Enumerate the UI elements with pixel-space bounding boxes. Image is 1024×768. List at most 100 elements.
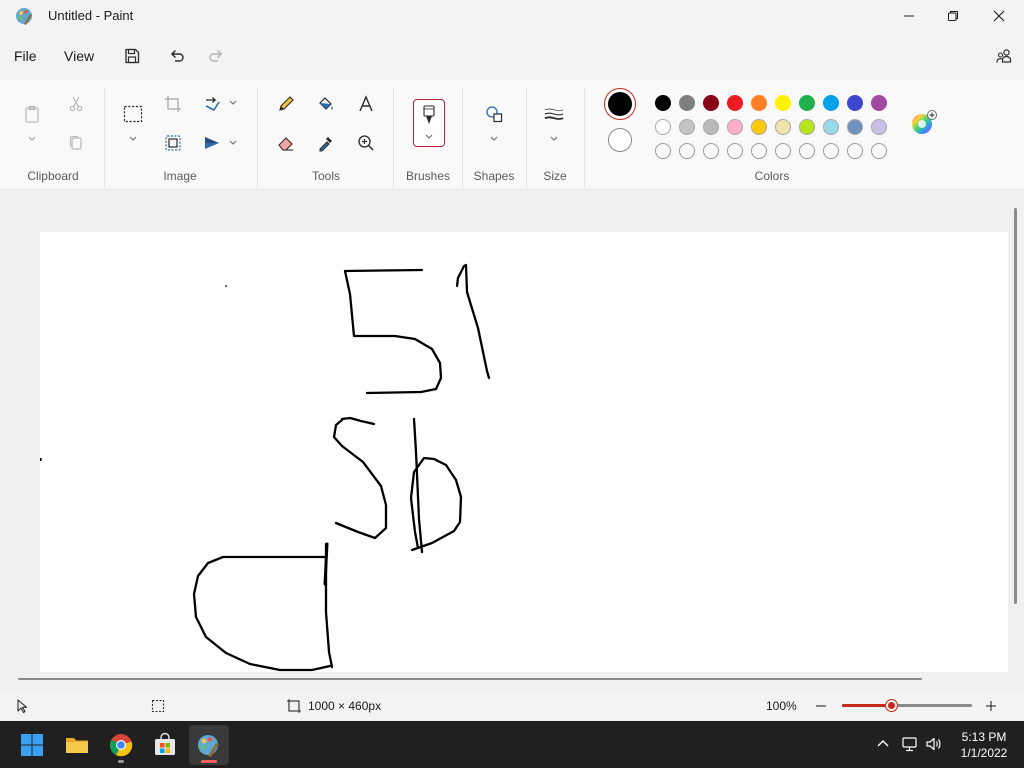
undo-button[interactable] — [161, 42, 193, 70]
color-swatch[interactable] — [823, 119, 839, 135]
taskbar-microsoft-store[interactable] — [145, 725, 185, 765]
zoom-level-text[interactable]: 100% — [766, 699, 797, 713]
brushes-button[interactable] — [413, 99, 445, 147]
volume-icon[interactable] — [925, 735, 943, 753]
custom-color-slot[interactable] — [871, 143, 887, 159]
group-divider — [462, 88, 463, 188]
menu-file[interactable]: File — [12, 46, 39, 66]
color-swatch[interactable] — [727, 119, 743, 135]
taskbar-chrome[interactable] — [101, 725, 141, 765]
custom-color-slot[interactable] — [727, 143, 743, 159]
taskbar-paint[interactable] — [189, 725, 229, 765]
size-button[interactable] — [540, 100, 568, 128]
zoom-in-button[interactable] — [982, 697, 1000, 715]
edit-colors-button[interactable] — [910, 110, 938, 138]
color-swatch[interactable] — [703, 95, 719, 111]
zoom-out-button[interactable] — [812, 697, 830, 715]
color-swatch[interactable] — [799, 95, 815, 111]
eraser-icon — [278, 137, 293, 151]
color-swatch[interactable] — [775, 95, 791, 111]
flip-icon — [205, 137, 219, 149]
redo-button[interactable] — [200, 42, 232, 70]
chevron-down-icon[interactable] — [228, 99, 238, 107]
vertical-scrollbar[interactable] — [1014, 208, 1017, 604]
start-button[interactable] — [12, 725, 52, 765]
secondary-color-swatch[interactable] — [608, 128, 632, 152]
menu-view[interactable]: View — [62, 46, 96, 66]
horizontal-scrollbar[interactable] — [18, 678, 922, 680]
close-button[interactable] — [976, 0, 1022, 32]
system-clock[interactable]: 5:13 PM 1/1/2022 — [952, 729, 1016, 761]
custom-color-slot[interactable] — [823, 143, 839, 159]
color-swatch[interactable] — [823, 95, 839, 111]
color-wheel-icon — [912, 110, 937, 134]
color-swatch[interactable] — [871, 119, 887, 135]
taskbar-file-explorer[interactable] — [57, 725, 97, 765]
custom-color-slot[interactable] — [775, 143, 791, 159]
minimize-button[interactable] — [886, 0, 932, 32]
pencil-tool[interactable] — [272, 90, 300, 118]
color-swatch[interactable] — [775, 119, 791, 135]
zoom-slider-thumb[interactable] — [885, 700, 897, 711]
color-swatch[interactable] — [871, 95, 887, 111]
custom-color-slot[interactable] — [751, 143, 767, 159]
menu-bar: File View — [0, 36, 1024, 76]
chevron-down-icon[interactable] — [549, 135, 559, 143]
color-picker-tool[interactable] — [312, 129, 340, 157]
custom-color-slot[interactable] — [679, 143, 695, 159]
color-swatch[interactable] — [847, 95, 863, 111]
primary-color-selector[interactable] — [604, 88, 636, 120]
pointer-position-icon — [17, 699, 28, 714]
resize-button[interactable] — [159, 129, 187, 157]
canvas-drawing — [40, 263, 491, 672]
flip-button[interactable] — [198, 129, 226, 157]
custom-color-slot[interactable] — [799, 143, 815, 159]
color-swatch[interactable] — [679, 119, 695, 135]
people-icon — [996, 49, 1012, 63]
account-button[interactable] — [988, 42, 1020, 70]
custom-color-slot[interactable] — [655, 143, 671, 159]
paste-button[interactable] — [18, 100, 46, 128]
shapes-button[interactable] — [480, 100, 508, 128]
color-swatch[interactable] — [655, 119, 671, 135]
taskbar: 5:13 PM 1/1/2022 — [0, 721, 1024, 768]
zoom-slider[interactable] — [842, 700, 972, 711]
fill-tool[interactable] — [312, 90, 340, 118]
color-swatch[interactable] — [655, 95, 671, 111]
restore-button[interactable] — [930, 0, 976, 32]
chevron-up-icon[interactable] — [874, 735, 892, 753]
color-swatch[interactable] — [751, 95, 767, 111]
copy-button[interactable] — [62, 129, 90, 157]
chevron-down-icon[interactable] — [489, 135, 499, 143]
group-label-clipboard: Clipboard — [27, 169, 79, 183]
color-swatch[interactable] — [703, 119, 719, 135]
color-swatch[interactable] — [727, 95, 743, 111]
color-swatch[interactable] — [679, 95, 695, 111]
title-bar: Untitled - Paint — [0, 0, 1024, 32]
crop-button[interactable] — [159, 90, 187, 118]
selection-size-icon — [151, 699, 165, 713]
magnifier-tool[interactable] — [352, 129, 380, 157]
cut-button[interactable] — [62, 90, 90, 118]
minus-icon — [816, 705, 826, 707]
custom-color-slot[interactable] — [847, 143, 863, 159]
chrome-icon — [109, 734, 133, 757]
group-divider — [257, 88, 258, 188]
scissors-icon — [69, 96, 83, 112]
network-icon[interactable] — [901, 735, 919, 753]
chevron-down-icon[interactable] — [128, 135, 138, 143]
rotate-button[interactable] — [198, 90, 226, 118]
eraser-tool[interactable] — [272, 129, 300, 157]
select-button[interactable] — [119, 100, 147, 128]
color-swatch[interactable] — [847, 119, 863, 135]
drawing-canvas[interactable] — [40, 232, 1008, 672]
group-label-brushes: Brushes — [405, 169, 451, 183]
chevron-down-icon[interactable] — [228, 139, 238, 147]
chevron-down-icon[interactable] — [27, 135, 37, 143]
save-button[interactable] — [116, 42, 148, 70]
custom-color-slot[interactable] — [703, 143, 719, 159]
color-swatch[interactable] — [799, 119, 815, 135]
brush-icon — [423, 105, 435, 124]
color-swatch[interactable] — [751, 119, 767, 135]
text-tool[interactable] — [352, 90, 380, 118]
